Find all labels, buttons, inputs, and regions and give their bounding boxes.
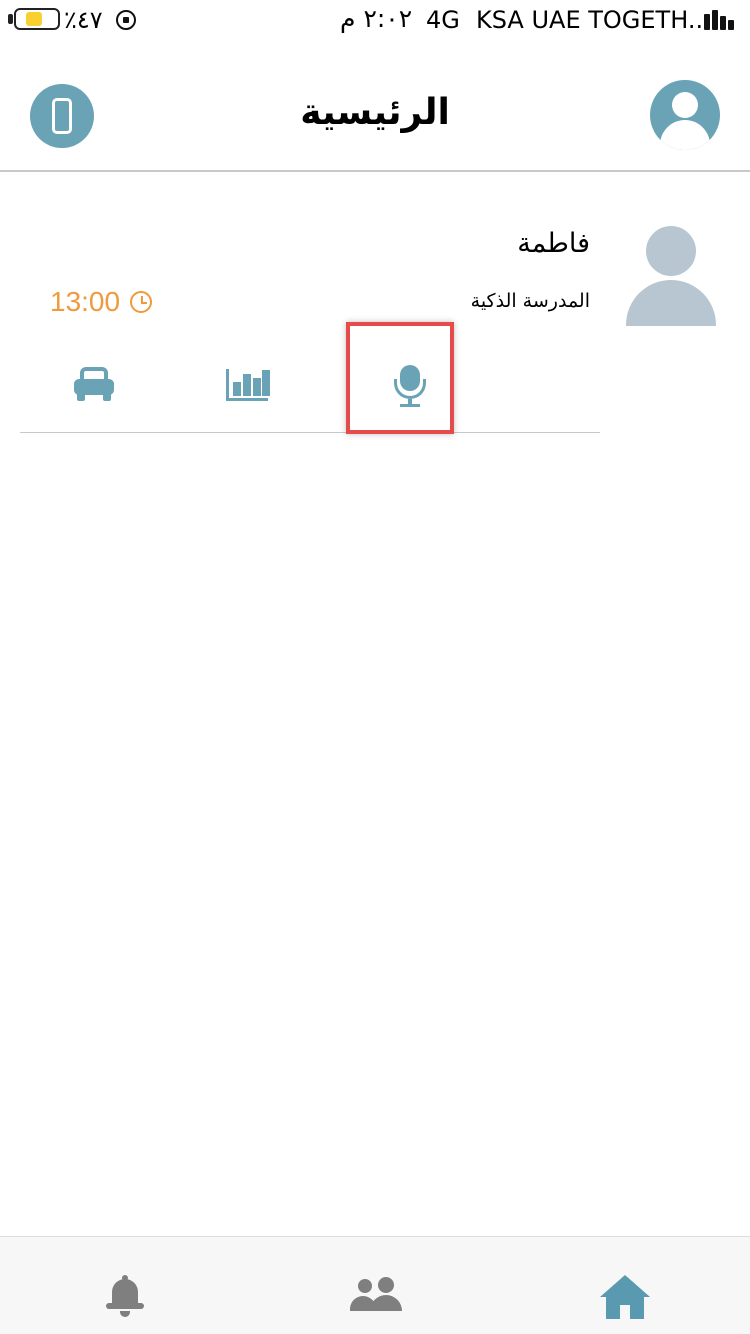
status-bar: ٪٤٧ ٢:٠٢ م 4G KSA UAE TOGETH... [0, 0, 750, 42]
student-name: فاطمة [517, 228, 590, 259]
pickup-time: 13:00 [50, 286, 153, 318]
battery-percentage: ٪٤٧ [64, 6, 103, 34]
rotation-lock-icon [116, 10, 136, 30]
student-avatar[interactable] [626, 224, 716, 326]
app-header: الرئيسية [0, 42, 750, 172]
network-type: 4G [426, 6, 460, 34]
student-actions [20, 345, 600, 433]
pickup-time-value: 13:00 [50, 286, 121, 317]
car-button[interactable] [50, 345, 140, 433]
tab-home[interactable] [590, 1261, 660, 1321]
highlight-box [346, 322, 454, 434]
car-icon [74, 367, 114, 401]
signal-icon [704, 10, 740, 30]
tab-notifications[interactable] [90, 1261, 160, 1321]
status-time: ٢:٠٢ م [340, 4, 413, 33]
school-name: المدرسة الذكية [470, 290, 590, 312]
tab-people[interactable] [340, 1261, 410, 1321]
student-avatar-body [626, 280, 716, 326]
profile-avatar-button[interactable] [650, 80, 720, 150]
bottom-tab-bar [0, 1236, 750, 1334]
bar-chart-icon [226, 369, 270, 401]
home-icon [600, 1275, 650, 1319]
bell-icon [106, 1275, 144, 1317]
user-avatar-body [660, 120, 710, 150]
stats-button[interactable] [200, 345, 290, 433]
user-avatar-icon [672, 92, 698, 118]
battery-tip [8, 14, 13, 24]
clock-icon [130, 291, 153, 313]
carrier-name: KSA UAE TOGETH... [476, 6, 711, 34]
student-avatar-head [646, 226, 696, 276]
battery-level [26, 12, 42, 26]
page-title: الرئيسية [300, 92, 450, 133]
people-icon [350, 1277, 402, 1313]
